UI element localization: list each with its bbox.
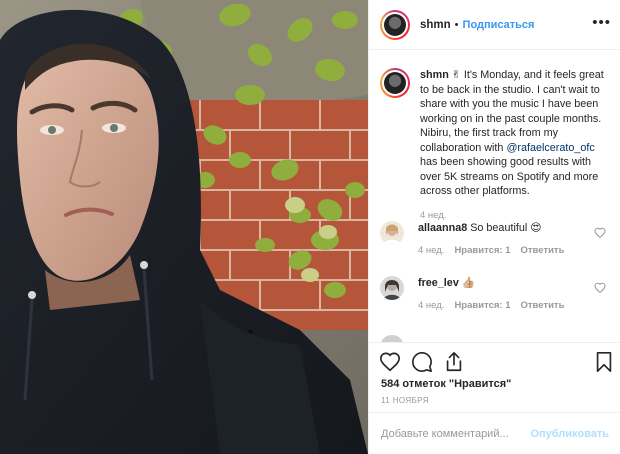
post-header: shmn • Подписаться ••• [369,0,620,50]
comment-input[interactable]: Добавьте комментарий... [381,428,530,440]
commenter-username[interactable]: free_lev [418,277,459,289]
post-image [0,0,368,454]
commenter-avatar[interactable] [380,221,404,245]
comment-text: So beautiful 😍 [470,222,542,234]
caption-author[interactable]: shmn [420,69,449,81]
comment-item: allaanna8 So beautiful 😍 4 нед. Нравится… [380,221,612,256]
follow-button[interactable]: Подписаться [463,19,535,31]
follow-separator: • [454,18,459,31]
comment-text: 👍🏼 [461,277,476,289]
comment-likes-count[interactable]: Нравится: 1 [454,245,510,256]
reply-button[interactable]: Ответить [521,245,565,256]
comment-item: free_lev 👍🏼 4 нед. Нравится: 1 Ответить [380,276,612,311]
bookmark-icon[interactable] [593,351,615,373]
comment-timestamp[interactable]: 4 нед. [418,245,444,256]
caption-mention-link[interactable]: @rafaelcerato_ofc [506,142,594,154]
comment-like-icon[interactable] [594,282,606,294]
caption-author-avatar[interactable] [380,68,410,98]
like-icon[interactable] [379,351,401,373]
comment-icon[interactable] [411,351,433,373]
caption-emoji: ✌ [451,69,461,81]
commenter-username[interactable]: allaanna8 [418,222,467,234]
next-comment-peek [380,334,530,342]
author-username[interactable]: shmn [420,19,451,31]
caption-text-end: has been showing good results with over … [420,156,599,197]
comments-list[interactable]: shmn ✌ It's Monday, and it feels great t… [369,51,620,342]
comment-timestamp[interactable]: 4 нед. [418,300,444,311]
post-actions: 584 отметок "Нравится" 11 НОЯБРЯ [369,342,620,412]
post-photo[interactable] [0,0,368,454]
share-icon[interactable] [443,351,465,373]
post-caption: shmn ✌ It's Monday, and it feels great t… [380,68,610,223]
comment-likes-count[interactable]: Нравится: 1 [454,300,510,311]
reply-button[interactable]: Ответить [521,300,565,311]
author-avatar[interactable] [380,9,410,40]
commenter-avatar[interactable] [380,276,404,300]
add-comment-bar: Добавьте комментарий... Опубликовать [369,412,620,454]
post-date[interactable]: 11 НОЯБРЯ [381,396,429,405]
ellipsis-icon[interactable]: ••• [592,14,611,31]
comment-like-icon[interactable] [594,227,606,239]
post-details-panel: shmn • Подписаться ••• shmn ✌ It's Monda… [368,0,620,454]
publish-button[interactable]: Опубликовать [530,428,609,440]
likes-count[interactable]: 584 отметок "Нравится" [381,378,511,390]
